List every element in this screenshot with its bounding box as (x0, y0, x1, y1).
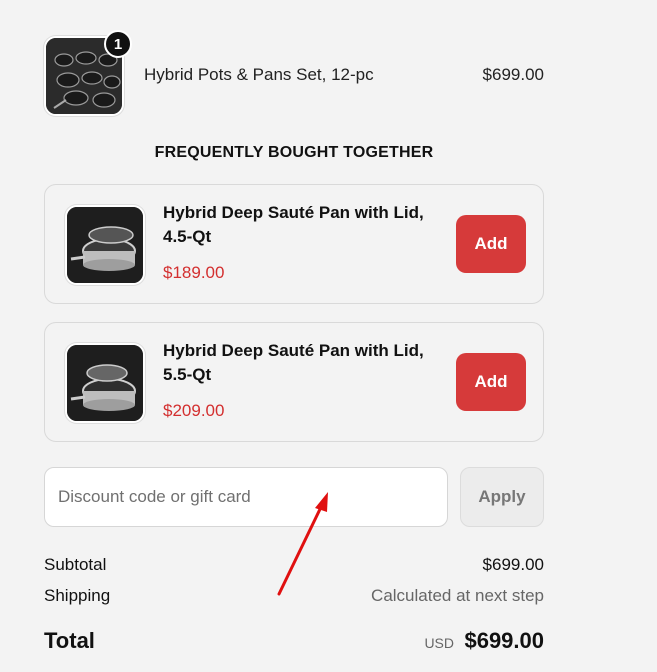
add-button[interactable]: Add (456, 215, 526, 273)
shipping-label: Shipping (44, 586, 111, 605)
total-label: Total (44, 628, 95, 653)
upsell-title: Hybrid Deep Sauté Pan with Lid, 4.5-Qt (163, 203, 424, 246)
discount-code-input[interactable] (44, 467, 448, 527)
upsell-price: $189.00 (163, 263, 225, 282)
upsell-card: Hybrid Deep Sauté Pan with Lid, 4.5-Qt $… (44, 184, 544, 304)
quantity-badge: 1 (104, 30, 132, 58)
upsell-title: Hybrid Deep Sauté Pan with Lid, 5.5-Qt (163, 341, 424, 384)
saute-pan-image (65, 343, 145, 423)
upsell-price: $209.00 (163, 401, 225, 420)
subtotal-value: $699.00 (482, 555, 544, 574)
saute-pan-image (65, 205, 145, 285)
shipping-value: Calculated at next step (371, 586, 544, 605)
add-button[interactable]: Add (456, 353, 526, 411)
order-line-item: 1 Hybrid Pots & Pans Set, 12-pc $699.00 (44, 30, 544, 116)
order-product-price: $699.00 (482, 65, 544, 84)
apply-discount-button[interactable]: Apply (460, 467, 544, 527)
upsell-card: Hybrid Deep Sauté Pan with Lid, 5.5-Qt $… (44, 322, 544, 442)
total-currency: USD (424, 635, 454, 651)
total-value: $699.00 (464, 628, 544, 653)
subtotal-label: Subtotal (44, 555, 107, 574)
frequently-bought-heading: FREQUENTLY BOUGHT TOGETHER (154, 144, 434, 161)
order-product-name: Hybrid Pots & Pans Set, 12-pc (144, 65, 374, 84)
